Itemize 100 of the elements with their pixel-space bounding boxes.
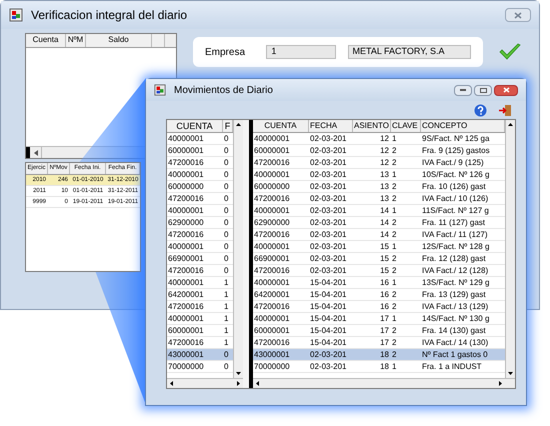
scrollbar[interactable]	[253, 378, 515, 388]
table-row[interactable]: 40000001 02-03-201 13 1 10S/Fact. Nº 126 g	[253, 169, 505, 181]
table-cell-text: 47200016	[167, 193, 205, 204]
table-cell-text: 12S/Fact. Nº 128 g	[421, 241, 490, 252]
table-row[interactable]: 40000001 15-04-201 16 1 13S/Fact. Nº 129 g	[253, 277, 505, 289]
close-button[interactable]	[494, 84, 518, 96]
table-cell-text: 2	[391, 181, 398, 192]
close-button[interactable]	[505, 8, 531, 22]
table-row[interactable]: 43000001 02-03-201 18 2 Nº Fact 1 gastos 0	[253, 349, 505, 361]
table-row[interactable]: 40000001 02-03-201 12 1 9S/Fact. Nº 125 ga	[253, 133, 505, 145]
table-row[interactable]: 47200016 0	[167, 265, 233, 277]
table-row[interactable]: 47200016 0	[167, 193, 233, 205]
table-row[interactable]: 40000001 0	[167, 169, 233, 181]
table-row[interactable]: 60000001 1	[167, 325, 233, 337]
table-cell-text: 2	[391, 157, 398, 168]
table-row[interactable]: 62900000 0	[167, 217, 233, 229]
table-row[interactable]: 47200016 02-03-201 12 2 IVA Fact./ 9 (125)	[253, 157, 505, 169]
table-row[interactable]: 47200016 02-03-201 14 2 IVA Fact./ 11 (127)	[253, 229, 505, 241]
table-cell-text: 47200016	[253, 265, 291, 276]
table-cell-text: 1	[391, 277, 398, 288]
table-row[interactable]: 70000000 02-03-201 18 1 Fra. 1 a INDUST	[253, 361, 505, 373]
table-row[interactable]: 60000001 0	[167, 145, 233, 157]
table-row[interactable]: 40000001 02-03-201 15 1 12S/Fact. Nº 128 g	[253, 241, 505, 253]
maximize-icon	[480, 88, 486, 92]
table-cell-text: 02-03-201	[309, 265, 348, 276]
table-row[interactable]: 40000001 1	[167, 313, 233, 325]
scrollbar[interactable]	[167, 378, 243, 388]
column-header[interactable]: CUENTA	[167, 120, 223, 132]
table-cell-text: 40000001	[167, 313, 205, 324]
column-header[interactable]: Cuenta	[26, 34, 66, 47]
table-row[interactable]: 40000001 0	[167, 205, 233, 217]
table-row[interactable]: 60000000 0	[167, 181, 233, 193]
table-row[interactable]: 47200016 0	[167, 229, 233, 241]
table-row[interactable]: 47200016 02-03-201 15 2 IVA Fact./ 12 (128)	[253, 265, 505, 277]
table-row[interactable]: 70000000 0	[167, 361, 233, 373]
table-row[interactable]: 64200001 15-04-201 16 2 Fra. 13 (129) gast	[253, 289, 505, 301]
table-cell-text: 14	[379, 217, 390, 228]
close-icon	[514, 12, 522, 18]
company-code-field[interactable]: 1	[266, 45, 336, 59]
table-cell-text: 02-03-201	[309, 241, 348, 252]
table-row[interactable]: 62900000 02-03-201 14 2 Fra. 11 (127) gast	[253, 217, 505, 229]
table-cell-text: 17	[379, 313, 390, 324]
table-cell-text: 1	[391, 205, 398, 216]
table-cell-text: 15-04-201	[309, 277, 348, 288]
table-cell-text: 60000001	[167, 325, 205, 336]
checkmark-icon[interactable]	[499, 43, 521, 61]
column-header[interactable]: FECHA	[309, 120, 353, 132]
table-row[interactable]: 47200016 02-03-201 13 2 IVA Fact./ 10 (126)	[253, 193, 505, 205]
table-row[interactable]: 40000001 1	[167, 277, 233, 289]
column-header[interactable]: NºM	[66, 34, 86, 47]
table-row[interactable]: 47200016 15-04-201 17 2 IVA Fact./ 14 (130)	[253, 337, 505, 349]
table-row[interactable]: 64200001 1	[167, 289, 233, 301]
table-cell-text: 0	[223, 181, 230, 192]
table-row[interactable]: 40000001 02-03-201 14 1 11S/Fact. Nº 127 g	[253, 205, 505, 217]
table-row[interactable]: 43000001 0	[167, 349, 233, 361]
help-icon[interactable]	[474, 104, 487, 117]
table-cell-text: 16	[379, 289, 390, 300]
table-cell-text: 18	[379, 349, 390, 360]
table-row[interactable]: 47200016 15-04-201 16 2 IVA Fact./ 13 (129)	[253, 301, 505, 313]
company-name-field[interactable]: METAL FACTORY, S.A	[348, 45, 471, 59]
field-label: Empresa	[205, 46, 246, 60]
column-header[interactable]: CUENTA	[253, 120, 309, 132]
table-row[interactable]: 47200016 0	[167, 157, 233, 169]
table-cell-text: 2	[391, 145, 398, 156]
minimize-button[interactable]	[454, 84, 472, 96]
table-row[interactable]: 47200016 1	[167, 301, 233, 313]
table-row[interactable]: 60000001 02-03-201 12 2 Fra. 9 (125) gastos	[253, 145, 505, 157]
table-row[interactable]: 40000001 15-04-201 17 1 14S/Fact. Nº 130 g	[253, 313, 505, 325]
table-cell-text: 60000000	[167, 181, 205, 192]
app-icon	[9, 8, 23, 22]
table-cell-text: 0	[223, 205, 230, 216]
table-cell-text: 12	[379, 145, 390, 156]
column-header[interactable]: Saldo	[86, 34, 152, 47]
table-cell-text: 1	[223, 277, 230, 288]
table-cell-text: 16	[379, 301, 390, 312]
maximize-button[interactable]	[474, 84, 492, 96]
table-cell-text: 15-04-201	[309, 313, 348, 324]
table-row[interactable]: 60000000 02-03-201 13 2 Fra. 10 (126) gast	[253, 181, 505, 193]
table-cell-text: 64200001	[167, 289, 205, 300]
table-cell-text: 60000001	[253, 325, 291, 336]
table-cell-text: 2	[391, 325, 398, 336]
exit-door-icon[interactable]	[499, 104, 512, 117]
table-cell-text: 0	[223, 145, 230, 156]
table-cell-text: 47200016	[167, 265, 205, 276]
table-row[interactable]: 40000001 0	[167, 241, 233, 253]
scrollbar[interactable]	[233, 120, 243, 378]
table-row[interactable]: 60000001 15-04-201 17 2 Fra. 14 (130) gast	[253, 325, 505, 337]
table-cell-text: 0	[223, 253, 230, 264]
table-row[interactable]: 66900001 0	[167, 253, 233, 265]
column-header[interactable]: CLAVE	[391, 120, 421, 132]
table-cell-text: IVA Fact./ 11 (127)	[421, 229, 489, 240]
table-cell-text: 40000001	[253, 241, 291, 252]
column-header[interactable]: ASIENTO	[353, 120, 391, 132]
window-title: Verificacion integral del diario	[31, 7, 188, 24]
table-row[interactable]: 66900001 02-03-201 15 2 Fra. 12 (128) gast	[253, 253, 505, 265]
scrollbar[interactable]	[505, 120, 515, 378]
table-cell-text: 15-04-201	[309, 337, 348, 348]
table-row[interactable]: 40000001 0	[167, 133, 233, 145]
table-cell-text: Fra. 12 (128) gast	[421, 253, 487, 264]
table-row[interactable]: 47200016 1	[167, 337, 233, 349]
